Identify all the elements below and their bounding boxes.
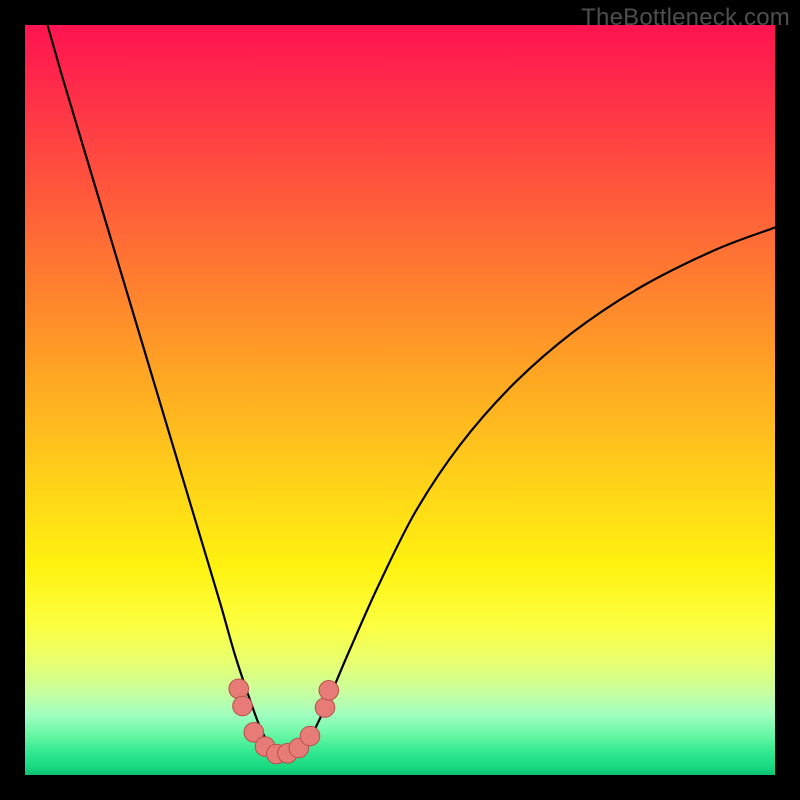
chart-svg: [25, 25, 775, 775]
plot-area: [25, 25, 775, 775]
marker-dot: [300, 726, 320, 746]
highlight-dots: [229, 679, 339, 764]
watermark-text: TheBottleneck.com: [581, 4, 790, 32]
marker-dot: [229, 679, 249, 699]
marker-dot: [315, 698, 335, 718]
marker-dot: [233, 696, 253, 716]
marker-dot: [319, 681, 339, 701]
bottleneck-curve: [48, 25, 776, 756]
app-frame: TheBottleneck.com: [0, 0, 800, 800]
